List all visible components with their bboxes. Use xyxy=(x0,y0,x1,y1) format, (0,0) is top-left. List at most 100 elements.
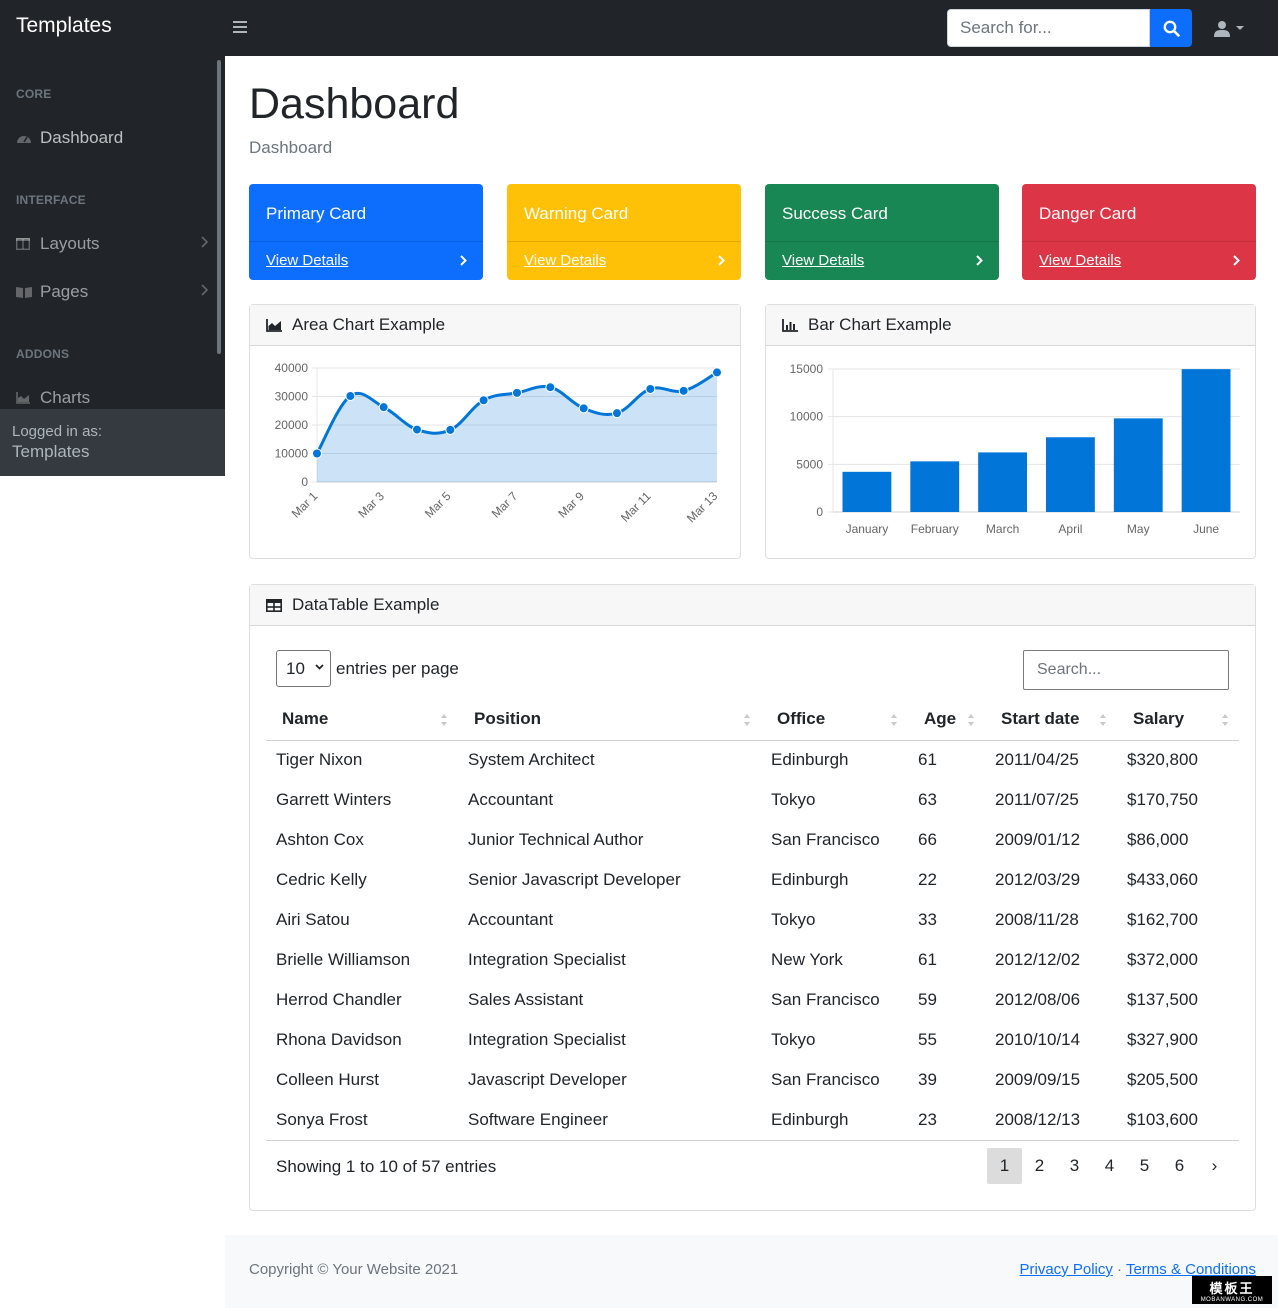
breadcrumb: Dashboard xyxy=(249,138,333,157)
navbar-search-input[interactable] xyxy=(947,9,1150,47)
warning-card: Warning Card View Details xyxy=(507,184,741,280)
table-cell: 2012/12/02 xyxy=(995,950,1081,969)
data-point xyxy=(412,424,422,435)
data-point xyxy=(712,367,722,378)
table-cell: Integration Specialist xyxy=(468,950,626,969)
sidebar-item-layouts[interactable]: Layouts xyxy=(16,232,212,256)
table-cell: Garrett Winters xyxy=(276,790,392,809)
table-header-row: Name Position Office Age Start date Sala… xyxy=(266,699,1239,741)
card-title: Danger Card xyxy=(1039,204,1137,223)
column-header-salary[interactable]: Salary xyxy=(1117,699,1239,741)
table-cell: $103,600 xyxy=(1117,1100,1239,1141)
chevron-right-icon xyxy=(1233,255,1240,266)
area-chart-icon xyxy=(266,318,282,332)
table-cell: 61 xyxy=(918,750,937,770)
bar xyxy=(910,461,960,512)
page-button[interactable]: 6 xyxy=(1162,1148,1197,1184)
chevron-right-icon xyxy=(976,255,983,266)
table-cell: $170,750 xyxy=(1127,790,1198,809)
view-details-link[interactable]: View Details xyxy=(266,252,348,269)
bar-chart-title: Bar Chart Example xyxy=(808,315,952,334)
table-cell: System Architect xyxy=(468,750,595,770)
column-header-office[interactable]: Office xyxy=(761,699,908,741)
table-info: Showing 1 to 10 of 57 entries xyxy=(276,1157,497,1176)
table-row: Colleen Hurst Javascript Developer San Fra… xyxy=(266,1060,1239,1100)
table-cell: San Francisco xyxy=(771,990,880,1009)
data-point xyxy=(645,383,656,394)
data-point xyxy=(445,424,456,435)
area-chart-icon xyxy=(16,391,32,405)
page-button[interactable]: 3 xyxy=(1057,1148,1092,1184)
sort-icon xyxy=(1222,714,1228,726)
page-button[interactable]: 4 xyxy=(1092,1148,1127,1184)
table-cell: $137,500 xyxy=(1127,990,1198,1009)
table-cell: 61 xyxy=(918,950,937,969)
table-cell: Sonya Frost xyxy=(266,1100,458,1141)
column-header-name[interactable]: Name xyxy=(266,699,458,741)
table-cell: Tokyo xyxy=(771,790,816,809)
chevron-down-icon xyxy=(315,664,324,670)
table-cell: Software Engineer xyxy=(458,1100,761,1141)
sidebar-heading-addons: ADDONS xyxy=(16,347,70,361)
bar xyxy=(842,471,892,512)
table-search-input[interactable] xyxy=(1023,650,1229,690)
x-tick-label: Mar 5 xyxy=(422,489,454,521)
table-cell: Ashton Cox xyxy=(276,830,364,849)
user-dropdown-button[interactable] xyxy=(1214,16,1250,40)
bar xyxy=(1113,418,1163,512)
sidebar-scrollbar[interactable] xyxy=(217,60,221,354)
table-cell: 22 xyxy=(918,870,937,889)
sidebar-item-dashboard[interactable]: Dashboard xyxy=(16,126,212,150)
table-icon xyxy=(266,598,282,612)
page-button[interactable]: 1 xyxy=(987,1148,1022,1184)
sidebar-item-pages[interactable]: Pages xyxy=(16,280,212,304)
next-page-button[interactable]: › xyxy=(1197,1148,1232,1184)
x-tick-label: January xyxy=(846,522,889,536)
y-tick-label: 30000 xyxy=(275,390,309,404)
x-tick-label: Mar 1 xyxy=(289,489,321,521)
card-title: Success Card xyxy=(782,204,888,223)
y-tick-label: 10000 xyxy=(275,447,309,461)
table-cell: 2012/08/06 xyxy=(995,990,1081,1009)
table-cell: 39 xyxy=(918,1070,937,1089)
table-cell: 2012/03/29 xyxy=(995,870,1081,889)
column-header-position[interactable]: Position xyxy=(458,699,761,741)
data-point xyxy=(578,403,589,414)
table-row: Ashton Cox Junior Technical Author San Fra… xyxy=(266,820,1239,860)
sort-icon xyxy=(891,714,897,726)
sidebar-toggle-button[interactable] xyxy=(232,18,248,36)
privacy-policy-link[interactable]: Privacy Policy xyxy=(1020,1261,1113,1278)
watermark-subtext: MOBANWANG.COM xyxy=(1200,1296,1264,1303)
page-footer: Copyright © Your Website 2021 Privacy Po… xyxy=(225,1235,1278,1308)
page-button[interactable]: 5 xyxy=(1127,1148,1162,1184)
brand-link[interactable]: Templates xyxy=(16,14,112,38)
data-point xyxy=(312,448,322,459)
table-cell: $320,800 xyxy=(1127,750,1198,770)
x-tick-label: June xyxy=(1193,522,1219,536)
table-cell: San Francisco xyxy=(771,830,880,849)
x-tick-label: May xyxy=(1127,522,1150,536)
sidebar-item-label: Dashboard xyxy=(40,128,124,147)
data-point xyxy=(345,391,356,402)
x-tick-label: February xyxy=(911,522,959,536)
search-icon xyxy=(1163,20,1180,37)
view-details-link[interactable]: View Details xyxy=(524,252,606,269)
table-row: Brielle Williamson Integration Specialist… xyxy=(266,940,1239,980)
table-cell: 59 xyxy=(918,990,937,1009)
column-header-age[interactable]: Age xyxy=(908,699,985,741)
per-page-select[interactable]: 10 xyxy=(276,650,331,687)
navbar-search-button[interactable] xyxy=(1150,9,1192,47)
table-row: Herrod Chandler Sales Assistant San Franci… xyxy=(266,980,1239,1020)
column-header-start-date[interactable]: Start date xyxy=(985,699,1117,741)
sidebar-heading-interface: INTERFACE xyxy=(16,193,86,207)
sidebar-item-label: Pages xyxy=(40,282,89,301)
page-button[interactable]: 2 xyxy=(1022,1148,1057,1184)
sidebar-item-charts[interactable]: Charts xyxy=(16,386,212,409)
table-cell: San Francisco xyxy=(771,1070,880,1089)
view-details-link[interactable]: View Details xyxy=(782,252,864,269)
data-point xyxy=(612,408,622,419)
table-cell: $433,060 xyxy=(1127,870,1198,889)
table-cell: 2011/04/25 xyxy=(995,750,1079,770)
card-footer: View Details xyxy=(765,241,999,280)
view-details-link[interactable]: View Details xyxy=(1039,252,1121,269)
